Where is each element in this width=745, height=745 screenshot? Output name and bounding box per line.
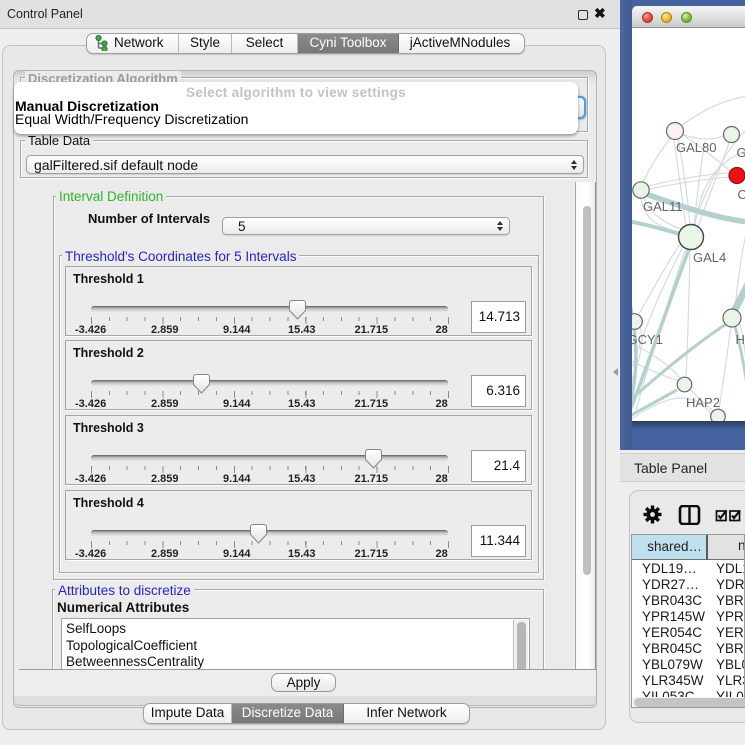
svg-text:GAL11: GAL11	[643, 199, 683, 214]
svg-text:C: C	[738, 187, 745, 202]
svg-text:GAL80: GAL80	[676, 140, 716, 155]
svg-text:HAP2: HAP2	[686, 395, 720, 410]
svg-text:GAL4: GAL4	[693, 250, 726, 265]
svg-text:H: H	[736, 332, 745, 347]
svg-text:GA: GA	[737, 145, 745, 160]
svg-text:GCY1: GCY1	[632, 332, 663, 347]
